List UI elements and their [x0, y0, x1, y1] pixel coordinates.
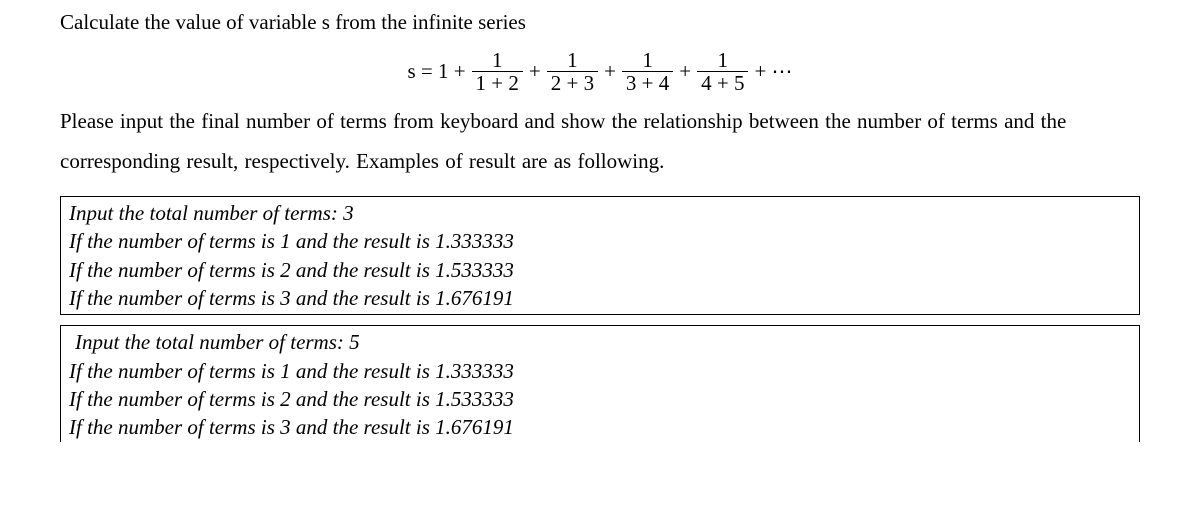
- ex2-line2: If the number of terms is 1 and the resu…: [69, 357, 1131, 385]
- frac3-den: 3 + 4: [622, 71, 673, 94]
- plus-2: +: [604, 59, 616, 84]
- fraction-4: 1 4 + 5: [697, 49, 748, 94]
- ex2-line3: If the number of terms is 2 and the resu…: [69, 385, 1131, 413]
- ex2-line4: If the number of terms is 3 and the resu…: [69, 413, 1131, 441]
- frac4-num: 1: [714, 49, 733, 71]
- fraction-1: 1 1 + 2: [472, 49, 523, 94]
- instruction-paragraph: Please input the final number of terms f…: [60, 102, 1140, 182]
- problem-heading: Calculate the value of variable s from t…: [60, 10, 1140, 35]
- example-output-2: Input the total number of terms: 5 If th…: [60, 325, 1140, 441]
- example-output-1: Input the total number of terms: 3 If th…: [60, 196, 1140, 315]
- fraction-3: 1 3 + 4: [622, 49, 673, 94]
- frac2-num: 1: [563, 49, 582, 71]
- frac4-den: 4 + 5: [697, 71, 748, 94]
- frac1-den: 1 + 2: [472, 71, 523, 94]
- fraction-2: 1 2 + 3: [547, 49, 598, 94]
- equation: s = 1 + 1 1 + 2 + 1 2 + 3 + 1 3 + 4 + 1 …: [60, 49, 1140, 94]
- equation-lhs: s = 1 +: [407, 59, 465, 84]
- ex2-line1: Input the total number of terms: 5: [69, 328, 1131, 356]
- plus-1: +: [529, 59, 541, 84]
- ex1-line1: Input the total number of terms: 3: [69, 199, 1131, 227]
- frac1-num: 1: [488, 49, 507, 71]
- ex1-line3: If the number of terms is 2 and the resu…: [69, 256, 1131, 284]
- frac3-num: 1: [638, 49, 657, 71]
- ex1-line4: If the number of terms is 3 and the resu…: [69, 284, 1131, 312]
- plus-3: +: [679, 59, 691, 84]
- ex1-line2: If the number of terms is 1 and the resu…: [69, 227, 1131, 255]
- frac2-den: 2 + 3: [547, 71, 598, 94]
- equation-tail: + ⋯: [754, 59, 792, 84]
